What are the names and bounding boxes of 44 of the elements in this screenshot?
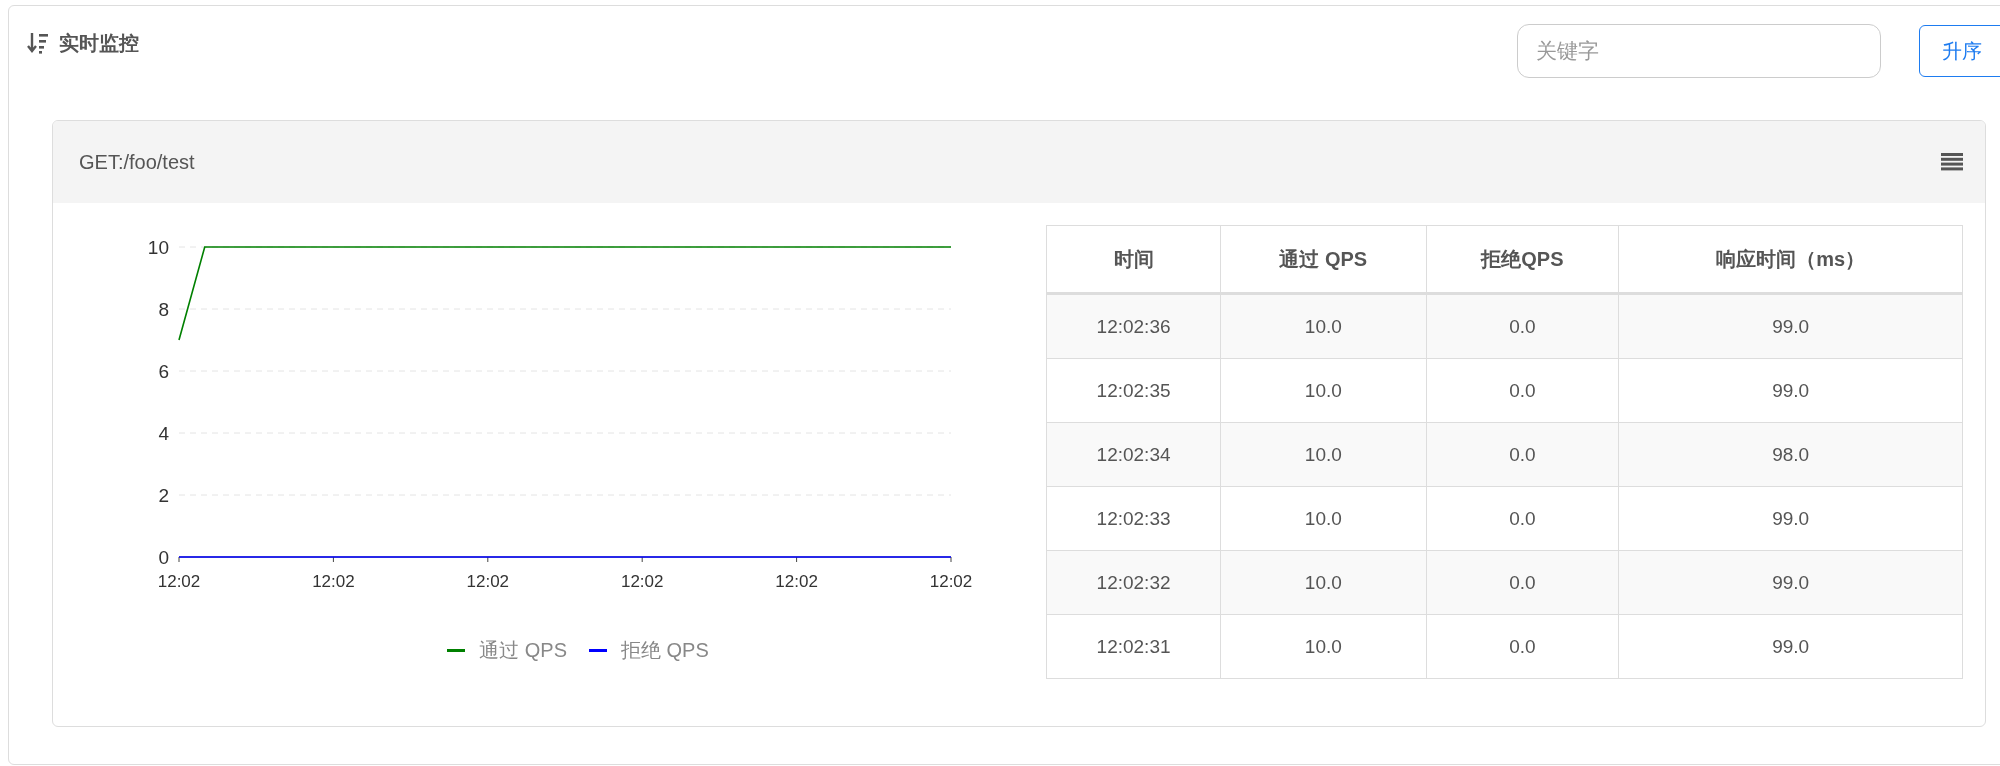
axis-tick-label: 12:02 xyxy=(620,572,664,591)
table-cell: 99.0 xyxy=(1618,293,1963,359)
table-cell: 0.0 xyxy=(1426,422,1619,487)
axis-tick-label: 10 xyxy=(147,237,169,258)
axis-tick-label: 8 xyxy=(158,299,169,320)
table-cell: 0.0 xyxy=(1426,614,1619,679)
table-cell: 98.0 xyxy=(1618,422,1963,487)
axis-tick-label: 12:02 xyxy=(466,572,510,591)
table-cell: 12:02:33 xyxy=(1046,486,1221,551)
menu-icon[interactable] xyxy=(1941,153,1963,171)
table-cell: 0.0 xyxy=(1426,486,1619,551)
table-cell: 12:02:35 xyxy=(1046,358,1221,423)
table-cell: 99.0 xyxy=(1618,550,1963,615)
axis-tick-label: 6 xyxy=(158,361,169,382)
table-cell: 12:02:32 xyxy=(1046,550,1221,615)
table-cell: 10.0 xyxy=(1220,358,1426,423)
axis-tick-label: 12:02 xyxy=(157,572,201,591)
axis-tick-label: 0 xyxy=(158,547,169,568)
table-cell: 99.0 xyxy=(1618,614,1963,679)
axis-tick-label: 12:02 xyxy=(775,572,818,591)
table-cell: 0.0 xyxy=(1426,358,1619,423)
table-cell: 0.0 xyxy=(1426,550,1619,615)
axis-tick-label: 12:02 xyxy=(312,572,355,591)
card-title: GET:/foo/test xyxy=(79,150,195,174)
table-cell: 12:02:34 xyxy=(1046,422,1221,487)
table-cell: 10.0 xyxy=(1220,614,1426,679)
panel-title: 实时监控 xyxy=(59,31,139,56)
search-field[interactable]: 关键字 xyxy=(1517,24,1881,78)
table-cell: 12:02:36 xyxy=(1046,293,1221,359)
axis-tick-label: 2 xyxy=(158,485,169,506)
axis-tick-label: 12:02 xyxy=(929,572,973,591)
table-cell: 10.0 xyxy=(1220,293,1426,359)
table-cell: 99.0 xyxy=(1618,486,1963,551)
table-cell: 10.0 xyxy=(1220,550,1426,615)
axis-tick-label: 4 xyxy=(158,423,169,444)
sort-icon[interactable] xyxy=(27,31,49,55)
table-cell: 10.0 xyxy=(1220,486,1426,551)
legend-label[interactable]: 拒绝 QPS xyxy=(621,637,709,664)
table-cell: 12:02:31 xyxy=(1046,614,1221,679)
table-cell: 10.0 xyxy=(1220,422,1426,487)
legend-label[interactable]: 通过 QPS xyxy=(479,637,567,664)
table-cell: 99.0 xyxy=(1618,358,1963,423)
table-cell: 0.0 xyxy=(1426,293,1619,359)
sort-button[interactable]: 升序 xyxy=(1919,25,2000,77)
